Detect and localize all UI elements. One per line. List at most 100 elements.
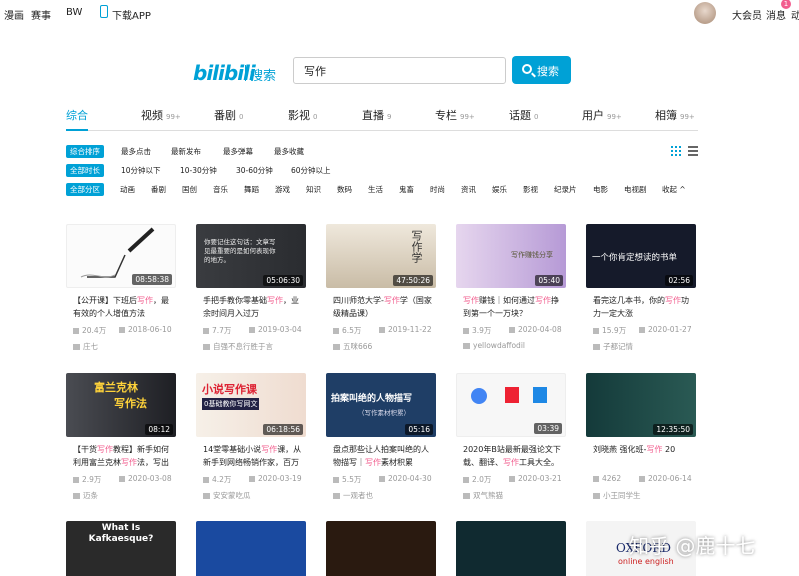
uploader-line[interactable]: 双气熊猫: [463, 490, 503, 501]
tab-topic[interactable]: 话题 0: [509, 107, 538, 123]
video-title[interactable]: 写作赚钱｜如何通过写作挣到第一个一万块？: [463, 294, 565, 320]
video-title[interactable]: 四川师范大学-写作学（国家级精品课）: [333, 294, 435, 320]
video-meta: 6.5万 2019-11-22: [333, 325, 437, 335]
zone-option[interactable]: 资讯: [461, 183, 476, 196]
uploader-line[interactable]: 一观者也: [333, 490, 373, 501]
zone-option[interactable]: 知识: [306, 183, 321, 196]
tab-video[interactable]: 视频 99+: [141, 107, 181, 123]
duration-active-pill[interactable]: 全部时长: [66, 164, 104, 177]
zone-filter-row: 全部分区 动画 番剧 国创 音乐 舞蹈 游戏 知识 数码 生活 鬼畜 时尚 资讯…: [66, 183, 706, 196]
play-count: 6.5万: [342, 326, 362, 335]
zone-option[interactable]: 动画: [120, 183, 135, 196]
play-count: 2.0万: [472, 475, 492, 484]
zone-option[interactable]: 时尚: [430, 183, 445, 196]
video-thumbnail[interactable]: [196, 521, 306, 576]
video-thumbnail[interactable]: 小说写作课 0基础教你写网文 06:18:56: [196, 373, 306, 437]
duration-option[interactable]: 10分钟以下: [121, 164, 161, 177]
tab-all[interactable]: 综合: [66, 107, 88, 123]
play-count: 20.4万: [82, 326, 107, 335]
video-title[interactable]: 14堂零基础小说写作课，从新手到网络畅销作家，百万: [203, 443, 305, 469]
uploader-line[interactable]: 子都记情: [593, 341, 633, 352]
vip-link[interactable]: 大会员: [732, 7, 762, 22]
tab-live[interactable]: 直播 9: [362, 107, 391, 123]
duration-option[interactable]: 10-30分钟: [180, 164, 217, 177]
uploader-name: 小王同学生: [603, 491, 641, 500]
uploader-line[interactable]: 自强不息行胜于言: [203, 341, 273, 352]
zone-option[interactable]: 纪录片: [554, 183, 577, 196]
video-thumbnail[interactable]: 03:39: [456, 373, 566, 437]
tab-bangumi[interactable]: 番剧 0: [214, 107, 243, 123]
publish-date: 2019-11-22: [388, 325, 432, 334]
video-title[interactable]: 2020年B站最新最强论文下载、翻译、写作工具大全。: [463, 443, 565, 469]
zone-option[interactable]: 番剧: [151, 183, 166, 196]
uploader-line[interactable]: 安安蒙吃瓜: [203, 490, 251, 501]
dynamics-link[interactable]: 动: [791, 7, 799, 22]
video-duration: 47:50:26: [393, 275, 433, 286]
zone-option[interactable]: 国创: [182, 183, 197, 196]
uploader-line[interactable]: 迈条: [73, 490, 98, 501]
zone-option[interactable]: 音乐: [213, 183, 228, 196]
avatar[interactable]: [694, 2, 716, 24]
video-thumbnail[interactable]: 一个你肯定想读的书单 02:56: [586, 224, 696, 288]
video-thumbnail[interactable]: 富兰克林 写作法 08:12: [66, 373, 176, 437]
nav-manga[interactable]: 漫画: [4, 7, 24, 22]
sort-option[interactable]: 最多弹幕: [223, 145, 253, 158]
messages-link[interactable]: 消息: [766, 7, 786, 22]
zone-active-pill[interactable]: 全部分区: [66, 183, 104, 196]
thumbnail-caption: 写作法: [114, 397, 147, 410]
video-thumbnail[interactable]: 你要记住这句话：文章写见最重要的是如何表现你的地方。 05:06:30: [196, 224, 306, 288]
video-thumbnail[interactable]: 12:35:50: [586, 373, 696, 437]
search-input[interactable]: 写作: [293, 57, 506, 84]
nav-esports[interactable]: 赛事: [31, 7, 51, 22]
video-duration: 05:16: [405, 424, 433, 435]
uploader-line[interactable]: 庄七: [73, 341, 98, 352]
sort-option[interactable]: 最多点击: [121, 145, 151, 158]
video-title[interactable]: 刘晓燕 强化班-写作 20: [593, 443, 695, 469]
zone-option[interactable]: 数码: [337, 183, 352, 196]
video-title[interactable]: 盘点那些让人拍案叫绝的人物描写｜写作素材积累: [333, 443, 435, 469]
video-thumbnail[interactable]: What Is Kafkaesque?: [66, 521, 176, 576]
video-thumbnail[interactable]: [326, 521, 436, 576]
duration-option[interactable]: 60分钟以上: [291, 164, 331, 177]
uploader-name: 庄七: [83, 342, 98, 351]
sort-active-pill[interactable]: 综合排序: [66, 145, 104, 158]
zone-option[interactable]: 舞蹈: [244, 183, 259, 196]
list-view-icon[interactable]: [688, 146, 698, 156]
video-thumbnail[interactable]: 拍案叫绝的人物描写 （写作素材积累） 05:16: [326, 373, 436, 437]
video-thumbnail[interactable]: 写作赚钱分享 05:40: [456, 224, 566, 288]
tab-albums[interactable]: 相簿 99+: [655, 107, 695, 123]
tab-movies[interactable]: 影视 0: [288, 107, 317, 123]
tab-column[interactable]: 专栏 99+: [435, 107, 475, 123]
uploader-line[interactable]: 五咪666: [333, 341, 372, 352]
uploader-name: 双气熊猫: [473, 491, 503, 500]
tab-users[interactable]: 用户 99+: [582, 107, 622, 123]
zone-option[interactable]: 娱乐: [492, 183, 507, 196]
uploader-line[interactable]: yellowdaffodil: [463, 341, 525, 350]
video-title[interactable]: 手把手教你零基础写作，业余时间月入过万: [203, 294, 305, 320]
video-duration: 08:12: [145, 424, 173, 435]
nav-download-app[interactable]: 下载APP: [112, 7, 151, 22]
search-button[interactable]: 搜索: [512, 56, 571, 84]
zone-option[interactable]: 电影: [593, 183, 608, 196]
video-title[interactable]: 【公开课】下班后写作，最有效的个人增值方法: [73, 294, 175, 320]
duration-option[interactable]: 30-60分钟: [236, 164, 273, 177]
zone-collapse-toggle[interactable]: 收起 ^: [662, 183, 686, 196]
zone-option[interactable]: 生活: [368, 183, 383, 196]
sort-option[interactable]: 最多收藏: [274, 145, 304, 158]
video-thumbnail[interactable]: 写作学 47:50:26: [326, 224, 436, 288]
nav-bw[interactable]: BW: [66, 7, 82, 18]
video-meta: 7.7万 2019-03-04: [203, 325, 307, 335]
video-thumbnail[interactable]: [456, 521, 566, 576]
zone-option[interactable]: 鬼畜: [399, 183, 414, 196]
thumbnail-caption: 小说写作课: [202, 383, 257, 396]
sort-option[interactable]: 最新发布: [171, 145, 201, 158]
zone-option[interactable]: 影视: [523, 183, 538, 196]
grid-view-icon[interactable]: [671, 146, 681, 156]
uploader-line[interactable]: 小王同学生: [593, 490, 641, 501]
video-title[interactable]: 【干货写作教程】新手如何利用富兰克林写作法，写出: [73, 443, 175, 469]
play-icon: [203, 477, 209, 483]
video-title[interactable]: 看完这几本书，你的写作功力一定大涨: [593, 294, 695, 320]
video-thumbnail[interactable]: 08:58:38: [66, 224, 176, 288]
zone-option[interactable]: 电视剧: [624, 183, 647, 196]
zone-option[interactable]: 游戏: [275, 183, 290, 196]
